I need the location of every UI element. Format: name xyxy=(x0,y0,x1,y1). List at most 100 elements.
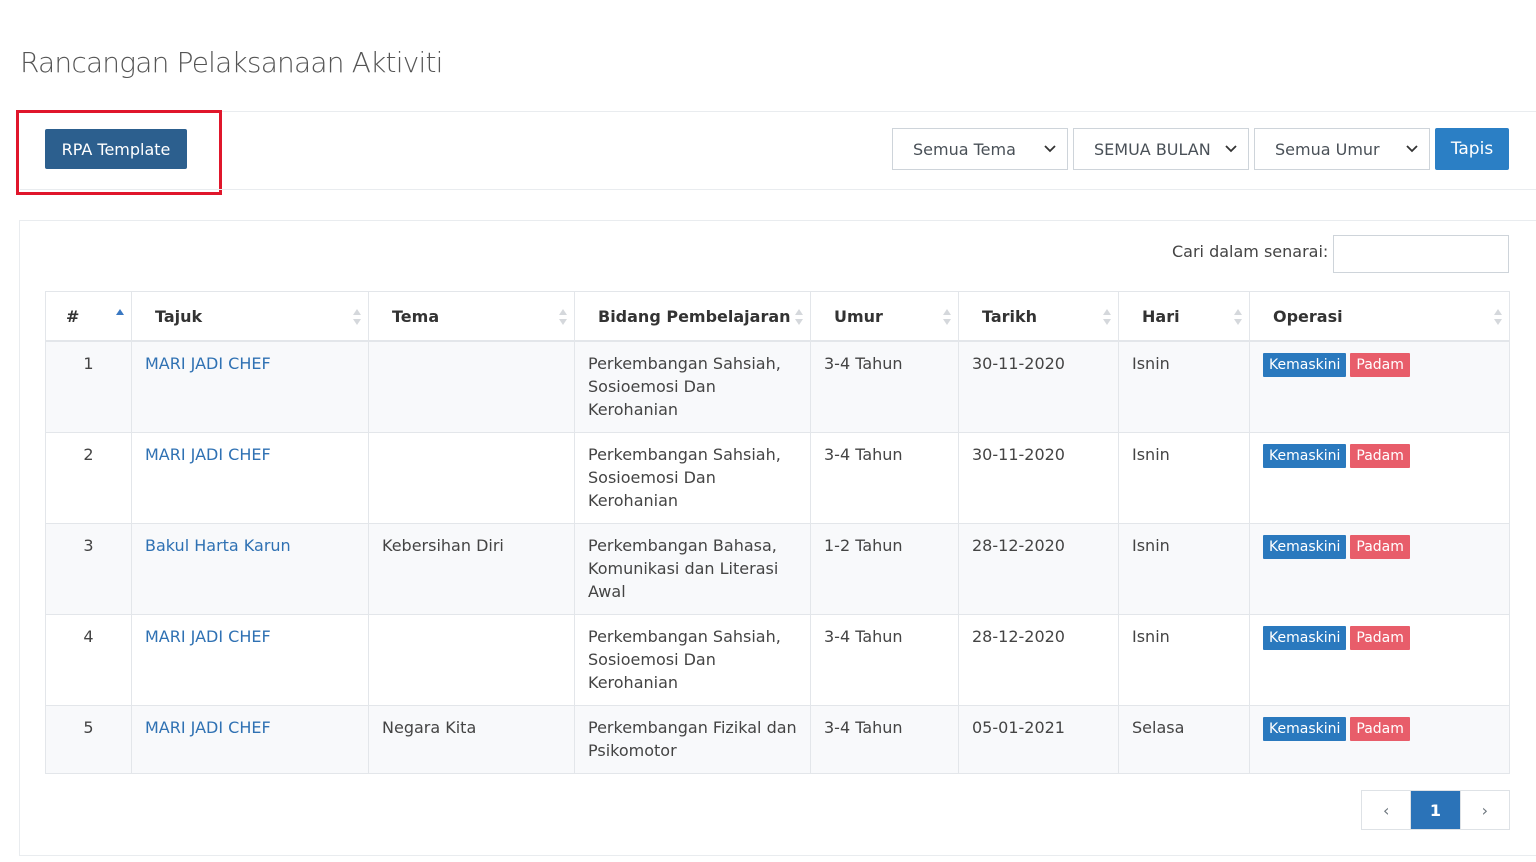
cell-hari: Isnin xyxy=(1118,522,1250,615)
cell-hari: Isnin xyxy=(1118,431,1250,524)
bulan-filter-value: SEMUA BULAN xyxy=(1094,139,1211,159)
padam-button[interactable]: Padam xyxy=(1350,353,1410,377)
pagination: ‹ 1 › xyxy=(1361,790,1510,830)
table-row: 1 MARI JADI CHEF Perkembangan Sahsiah, S… xyxy=(45,340,1510,433)
cell-no: 2 xyxy=(45,431,132,524)
column-header-umur[interactable]: Umur xyxy=(810,291,959,342)
column-header-operasi[interactable]: Operasi xyxy=(1249,291,1510,342)
rpa-table: # Tajuk Tema Bidang Pembelajaran Umur Ta… xyxy=(45,291,1510,774)
cell-tema xyxy=(368,340,575,433)
table-row: 3 Bakul Harta Karun Kebersihan Diri Perk… xyxy=(45,522,1510,615)
kemaskini-button[interactable]: Kemaskini xyxy=(1263,716,1347,741)
cell-hari: Isnin xyxy=(1118,613,1250,706)
cell-umur: 3-4 Tahun xyxy=(810,613,959,706)
tema-filter-value: Semua Tema xyxy=(913,139,1016,159)
cell-no: 4 xyxy=(45,613,132,706)
column-header-label: Bidang Pembelajaran xyxy=(598,306,791,326)
table-row: 2 MARI JADI CHEF Perkembangan Sahsiah, S… xyxy=(45,431,1510,524)
table-row: 5 MARI JADI CHEF Negara Kita Perkembanga… xyxy=(45,704,1510,774)
umur-filter-value: Semua Umur xyxy=(1275,139,1380,159)
padam-button[interactable]: Padam xyxy=(1350,625,1410,650)
cell-tarikh: 05-01-2021 xyxy=(958,704,1119,774)
cell-operasi: Kemaskini Padam xyxy=(1249,340,1510,433)
sort-icon xyxy=(1234,309,1242,325)
kemaskini-button[interactable]: Kemaskini xyxy=(1263,443,1347,468)
cell-no: 3 xyxy=(45,522,132,615)
cell-hari: Selasa xyxy=(1118,704,1250,774)
cell-operasi: Kemaskini Padam xyxy=(1249,431,1510,524)
cell-hari: Isnin xyxy=(1118,340,1250,433)
cell-no: 1 xyxy=(45,340,132,433)
cell-operasi: Kemaskini Padam xyxy=(1249,704,1510,774)
cell-tema xyxy=(368,613,575,706)
tajuk-link[interactable]: MARI JADI CHEF xyxy=(145,445,271,464)
column-header-tema[interactable]: Tema xyxy=(368,291,575,342)
cell-umur: 3-4 Tahun xyxy=(810,340,959,433)
cell-tajuk: Bakul Harta Karun xyxy=(131,522,369,615)
sort-icon xyxy=(1494,309,1502,325)
column-header-label: # xyxy=(66,306,80,326)
tapis-button[interactable]: Tapis xyxy=(1435,128,1509,170)
padam-button[interactable]: Padam xyxy=(1350,716,1410,741)
kemaskini-button[interactable]: Kemaskini xyxy=(1263,534,1347,559)
column-header-label: Operasi xyxy=(1273,306,1343,326)
column-header-label: Tarikh xyxy=(982,306,1038,326)
cell-tajuk: MARI JADI CHEF xyxy=(131,613,369,706)
column-header-hari[interactable]: Hari xyxy=(1118,291,1250,342)
cell-umur: 1-2 Tahun xyxy=(810,522,959,615)
column-header-bidang[interactable]: Bidang Pembelajaran xyxy=(574,291,811,342)
column-header-label: Tajuk xyxy=(155,306,203,326)
kemaskini-button[interactable]: Kemaskini xyxy=(1263,353,1347,377)
search-label: Cari dalam senarai: xyxy=(1172,242,1329,261)
padam-button[interactable]: Padam xyxy=(1350,534,1410,559)
umur-filter-select[interactable]: Semua Umur xyxy=(1254,128,1430,170)
cell-operasi: Kemaskini Padam xyxy=(1249,522,1510,615)
cell-tarikh: 28-12-2020 xyxy=(958,522,1119,615)
cell-bidang: Perkembangan Bahasa, Komunikasi dan Lite… xyxy=(574,522,811,615)
cell-tajuk: MARI JADI CHEF xyxy=(131,431,369,524)
column-header-label: Umur xyxy=(834,306,883,326)
column-header-label: Tema xyxy=(392,306,440,326)
pagination-prev-button[interactable]: ‹ xyxy=(1362,791,1412,829)
cell-tarikh: 30-11-2020 xyxy=(958,340,1119,433)
cell-bidang: Perkembangan Sahsiah, Sosioemosi Dan Ker… xyxy=(574,340,811,433)
chevron-down-icon xyxy=(1044,145,1056,153)
pagination-next-button[interactable]: › xyxy=(1459,791,1509,829)
sort-icon xyxy=(1103,309,1111,325)
cell-bidang: Perkembangan Fizikal dan Psikomotor xyxy=(574,704,811,774)
cell-tema: Negara Kita xyxy=(368,704,575,774)
sort-icon xyxy=(795,309,803,325)
padam-button[interactable]: Padam xyxy=(1350,443,1410,468)
tajuk-link[interactable]: MARI JADI CHEF xyxy=(145,627,271,646)
bulan-filter-select[interactable]: SEMUA BULAN xyxy=(1073,128,1249,170)
column-header-no[interactable]: # xyxy=(45,291,132,342)
cell-tajuk: MARI JADI CHEF xyxy=(131,704,369,774)
search-input[interactable] xyxy=(1333,235,1509,273)
tajuk-link[interactable]: Bakul Harta Karun xyxy=(145,536,291,555)
sort-icon xyxy=(943,309,951,325)
column-header-label: Hari xyxy=(1142,306,1180,326)
cell-tarikh: 30-11-2020 xyxy=(958,431,1119,524)
sort-icon xyxy=(559,309,567,325)
cell-tajuk: MARI JADI CHEF xyxy=(131,340,369,433)
title-divider xyxy=(20,111,1536,112)
cell-tema xyxy=(368,431,575,524)
column-header-tarikh[interactable]: Tarikh xyxy=(958,291,1119,342)
tajuk-link[interactable]: MARI JADI CHEF xyxy=(145,354,271,373)
tema-filter-select[interactable]: Semua Tema xyxy=(892,128,1068,170)
table-header-row: # Tajuk Tema Bidang Pembelajaran Umur Ta… xyxy=(45,291,1510,342)
column-header-tajuk[interactable]: Tajuk xyxy=(131,291,369,342)
highlight-annotation xyxy=(16,110,222,195)
table-row: 4 MARI JADI CHEF Perkembangan Sahsiah, S… xyxy=(45,613,1510,706)
cell-no: 5 xyxy=(45,704,132,774)
cell-bidang: Perkembangan Sahsiah, Sosioemosi Dan Ker… xyxy=(574,431,811,524)
sort-icon xyxy=(353,309,361,325)
page-title: Rancangan Pelaksanaan Aktiviti xyxy=(20,46,443,79)
chevron-down-icon xyxy=(1406,145,1418,153)
tajuk-link[interactable]: MARI JADI CHEF xyxy=(145,718,271,737)
cell-umur: 3-4 Tahun xyxy=(810,431,959,524)
kemaskini-button[interactable]: Kemaskini xyxy=(1263,625,1347,650)
cell-tarikh: 28-12-2020 xyxy=(958,613,1119,706)
chevron-down-icon xyxy=(1225,145,1237,153)
pagination-page-1[interactable]: 1 xyxy=(1411,791,1460,829)
